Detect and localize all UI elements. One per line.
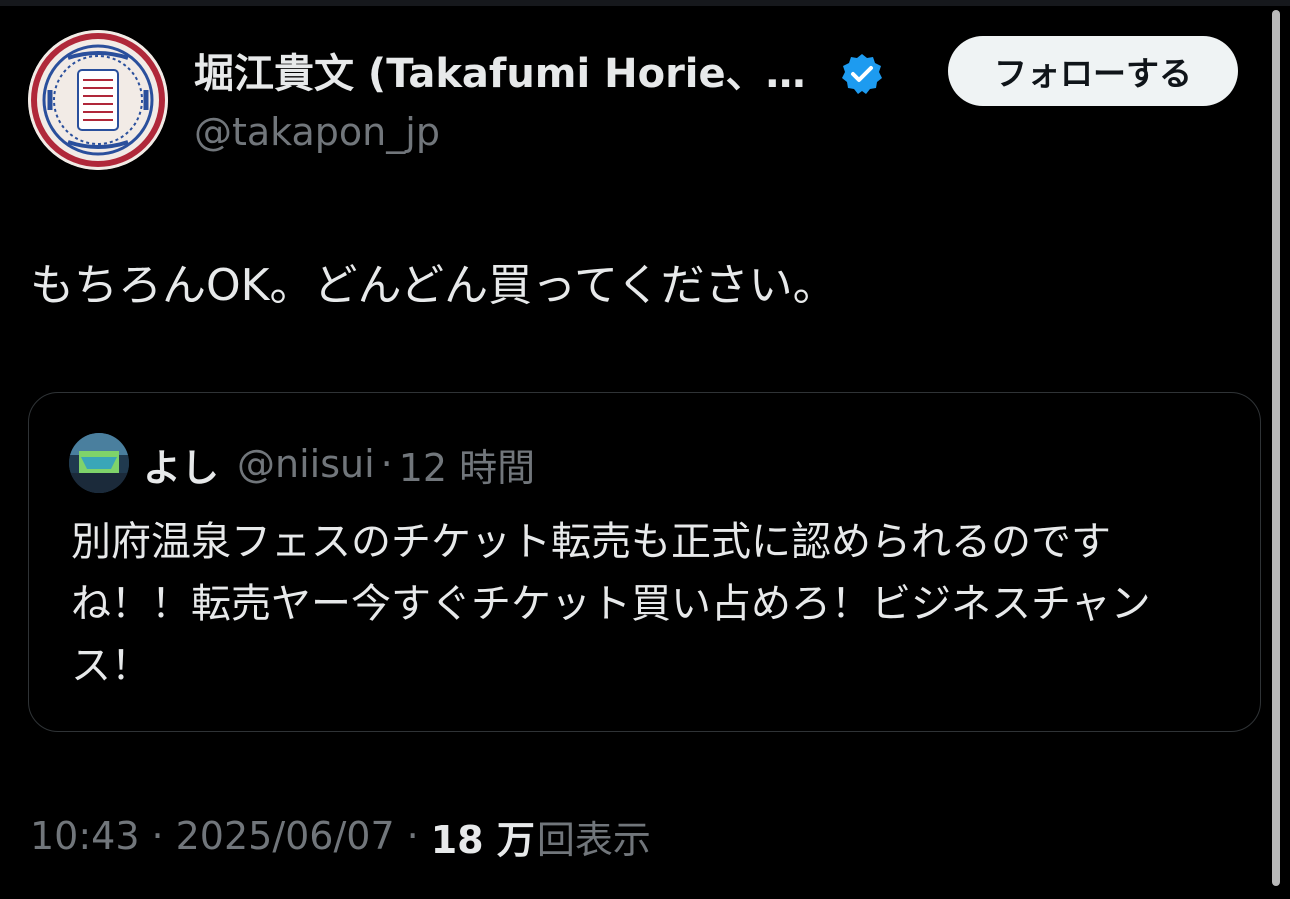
tweet-detail-page: 堀江貴文 (Takafumi Horie、… @takapon_jp フォローす… bbox=[0, 0, 1290, 899]
views-count[interactable]: 18 万 bbox=[431, 809, 535, 864]
views-label: 回表示 bbox=[536, 817, 651, 862]
top-divider bbox=[0, 0, 1290, 6]
tweet-date[interactable]: 2025/06/07 bbox=[176, 814, 395, 858]
quoted-author-avatar[interactable] bbox=[69, 433, 129, 493]
meta-separator: · bbox=[380, 442, 393, 486]
quoted-author-handle[interactable]: @niisui bbox=[237, 442, 375, 486]
meta-separator: · bbox=[151, 814, 164, 858]
author-handle[interactable]: @takapon_jp bbox=[194, 104, 440, 160]
quoted-tweet-meta: よし @niisui · 12 時間 bbox=[143, 435, 535, 493]
author-display-name[interactable]: 堀江貴文 (Takafumi Horie、… bbox=[194, 44, 834, 104]
verified-badge-icon[interactable] bbox=[840, 52, 884, 96]
meta-separator: · bbox=[406, 814, 419, 858]
quoted-tweet-card[interactable]: よし @niisui · 12 時間 別府温泉フェスのチケット転売も正式に認めら… bbox=[28, 392, 1261, 732]
tweet-text: もちろんOK。どんどん買ってください。 bbox=[30, 260, 837, 311]
scrollbar[interactable] bbox=[1272, 10, 1280, 886]
follow-button[interactable]: フォローする bbox=[948, 36, 1238, 106]
quoted-author-name[interactable]: よし bbox=[143, 437, 219, 492]
tweet-timestamp-row: 10:43 · 2025/06/07 · 18 万 回表示 bbox=[30, 806, 651, 866]
author-avatar[interactable] bbox=[28, 30, 168, 170]
landscape-avatar-icon bbox=[69, 433, 129, 493]
seal-logo-icon bbox=[28, 30, 168, 170]
quoted-tweet-text: 別府温泉フェスのチケット転売も正式に認められるのですね！！転売ヤー今すぐチケット… bbox=[71, 519, 1151, 689]
quoted-tweet-time[interactable]: 12 時間 bbox=[399, 437, 535, 492]
tweet-time[interactable]: 10:43 bbox=[30, 814, 140, 858]
